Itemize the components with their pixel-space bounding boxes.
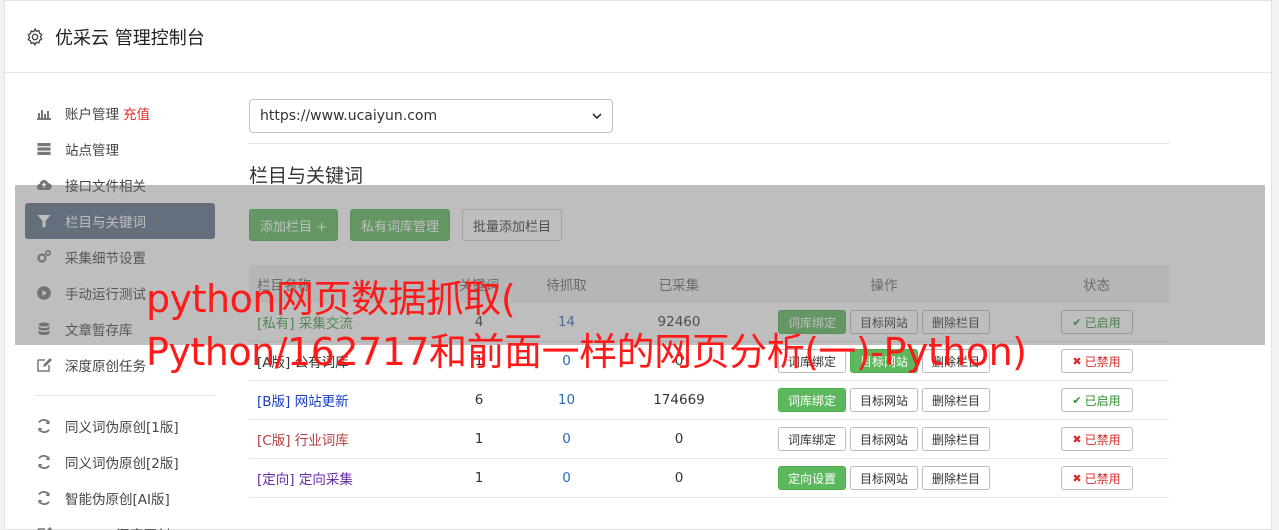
refresh-icon (36, 490, 52, 506)
pending-count[interactable]: 0 (519, 431, 614, 447)
close-icon: ✖ (1072, 354, 1082, 368)
bind-lib-button[interactable]: 词库绑定 (777, 388, 846, 412)
delete-column-button[interactable]: 删除栏目 (922, 466, 991, 490)
column-tag: [定向] (257, 472, 295, 488)
status-label: 已启用 (1084, 393, 1121, 408)
sidebar-item-label: 同义词伪原创[1版] (65, 420, 179, 436)
column-tag: [C版] (257, 433, 291, 449)
pending-count[interactable]: 0 (519, 470, 614, 486)
sidebar-item-label: UWriter深度原创 (65, 524, 170, 530)
site-select-value: https://www.ucaiyun.com (260, 108, 438, 124)
refresh-icon (36, 454, 52, 470)
ops-cell: 词库绑定 目标网站 删除栏目 (744, 427, 1024, 451)
delete-column-button[interactable]: 删除栏目 (922, 388, 991, 412)
status-toggle[interactable]: ✖ 已禁用 (1060, 466, 1133, 490)
column-name-cell: [B版] 网站更新 (249, 390, 439, 410)
sidebar-item-label: 同义词伪原创[2版] (65, 456, 179, 472)
sidebar-item-b3[interactable]: UWriter深度原创 (25, 516, 215, 530)
status-cell: ✔ 已启用 (1024, 388, 1169, 412)
check-icon: ✔ (1072, 393, 1082, 407)
sidebar-item-label: 智能伪原创[AI版] (65, 492, 170, 508)
column-name[interactable]: 定向采集 (299, 472, 353, 488)
keyword-count: 1 (474, 470, 484, 486)
keyword-count: 6 (474, 392, 484, 408)
site-select[interactable]: https://www.ucaiyun.com (249, 99, 613, 133)
close-icon: ✖ (1072, 471, 1082, 485)
column-name[interactable]: 行业词库 (295, 433, 349, 449)
column-tag: [B版] (257, 394, 291, 410)
refresh-icon (36, 418, 52, 434)
target-site-button[interactable]: 目标网站 (849, 388, 918, 412)
status-cell: ✖ 已禁用 (1024, 427, 1169, 451)
sidebar-item-label: 账户管理 (65, 107, 119, 123)
edit-icon (36, 357, 52, 373)
recharge-link[interactable]: 充值 (123, 103, 150, 123)
watermark-line-2: Python/162717和前面一样的网页分析(一)-Python) (146, 330, 1027, 374)
column-name-cell: [定向] 定向采集 (249, 468, 439, 488)
ops-cell: 定向设置 目标网站 删除栏目 (744, 466, 1024, 490)
watermark-overlay (15, 185, 1265, 345)
sidebar-item-1[interactable]: 站点管理 (25, 131, 215, 167)
close-icon: ✖ (1072, 432, 1082, 446)
sidebar-item-label: 深度原创任务 (65, 359, 146, 375)
sidebar-item-label: 站点管理 (65, 143, 119, 159)
status-cell: ✖ 已禁用 (1024, 349, 1169, 373)
status-cell: ✖ 已禁用 (1024, 466, 1169, 490)
delete-column-button[interactable]: 删除栏目 (922, 427, 991, 451)
pending-count[interactable]: 10 (519, 392, 614, 408)
collected-count: 0 (674, 431, 684, 447)
bind-lib-button[interactable]: 词库绑定 (777, 427, 846, 451)
status-toggle[interactable]: ✖ 已禁用 (1060, 349, 1133, 373)
sidebar-divider (35, 395, 215, 396)
sidebar-item-b0[interactable]: 同义词伪原创[1版] (25, 408, 215, 444)
collected-count: 0 (674, 470, 684, 486)
status-label: 已禁用 (1084, 432, 1121, 447)
sidebar-item-0[interactable]: 账户管理 充值 (25, 95, 215, 131)
status-toggle[interactable]: ✔ 已启用 (1060, 388, 1133, 412)
table-row: [B版] 网站更新 6 10 174669 词库绑定 目标网站 删除栏目 ✔ 已启用 (249, 381, 1169, 420)
server-icon (36, 141, 52, 157)
chevron-down-icon (592, 113, 602, 120)
sidebar-item-b1[interactable]: 同义词伪原创[2版] (25, 444, 215, 480)
bind-lib-button[interactable]: 定向设置 (777, 466, 846, 490)
main-content: https://www.ucaiyun.com 栏目与关键词 添加栏目 + 私有… (249, 99, 1169, 498)
keyword-count: 1 (474, 431, 484, 447)
status-toggle[interactable]: ✖ 已禁用 (1060, 427, 1133, 451)
table-row: [定向] 定向采集 1 0 0 定向设置 目标网站 删除栏目 ✖ 已禁用 (249, 459, 1169, 498)
edit-icon (36, 526, 52, 530)
column-name-cell: [C版] 行业词库 (249, 429, 439, 449)
target-site-button[interactable]: 目标网站 (849, 427, 918, 451)
watermark-line-1: python网页数据抓取( (146, 277, 516, 321)
sidebar-item-b2[interactable]: 智能伪原创[AI版] (25, 480, 215, 516)
status-label: 已禁用 (1084, 354, 1121, 369)
section-title: 栏目与关键词 (249, 165, 364, 187)
target-site-button[interactable]: 目标网站 (849, 466, 918, 490)
collected-count: 174669 (653, 392, 705, 408)
divider (249, 143, 1169, 144)
table-row: [C版] 行业词库 1 0 0 词库绑定 目标网站 删除栏目 ✖ 已禁用 (249, 420, 1169, 459)
status-label: 已禁用 (1084, 471, 1121, 486)
bar-chart-icon (36, 105, 52, 121)
page-title: 优采云 管理控制台 (55, 27, 205, 49)
ops-cell: 词库绑定 目标网站 删除栏目 (744, 388, 1024, 412)
gear-icon (27, 27, 43, 46)
console-header: 优采云 管理控制台 (5, 1, 1271, 73)
column-name[interactable]: 网站更新 (295, 394, 349, 410)
